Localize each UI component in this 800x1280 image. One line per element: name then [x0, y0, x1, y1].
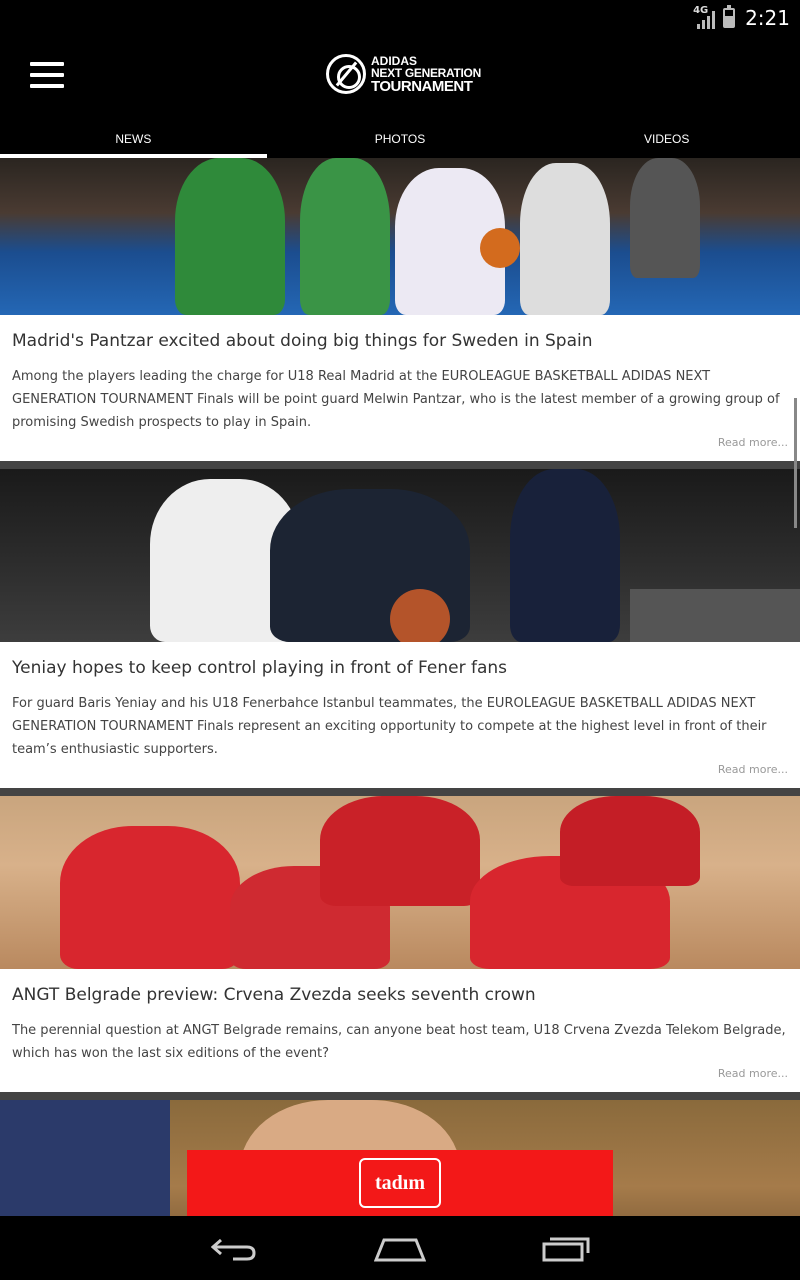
article-title[interactable]: Yeniay hopes to keep control playing in … [12, 658, 788, 678]
news-feed[interactable]: Madrid's Pantzar excited about doing big… [0, 158, 800, 1216]
logo-line-2: NEXT GENERATION [371, 65, 481, 80]
status-icons: 4G 2:21 [693, 4, 790, 32]
logo-line-1: ADIDAS [371, 53, 418, 68]
ad-brand-logo: tadım [359, 1158, 441, 1208]
logo-text: ADIDAS NEXT GENERATION TOURNAMENT [371, 55, 481, 94]
tab-videos[interactable]: VIDEOS [533, 120, 800, 158]
cell-signal-icon: 4G [693, 5, 717, 29]
news-card[interactable]: Madrid's Pantzar excited about doing big… [0, 158, 800, 461]
home-icon[interactable] [372, 1228, 428, 1268]
ad-banner[interactable]: tadım [187, 1150, 613, 1216]
read-more-link[interactable]: Read more... [12, 763, 788, 776]
tab-photos[interactable]: PHOTOS [267, 120, 534, 158]
article-image[interactable] [0, 796, 800, 969]
back-icon[interactable] [206, 1228, 262, 1268]
logo-line-3: TOURNAMENT [371, 77, 473, 95]
app-bar: ADIDAS NEXT GENERATION TOURNAMENT [0, 36, 800, 120]
article-image[interactable] [0, 158, 800, 315]
read-more-link[interactable]: Read more... [12, 436, 788, 449]
tab-news[interactable]: NEWS [0, 120, 267, 158]
read-more-link[interactable]: Read more... [12, 1067, 788, 1080]
status-bar: 4G 2:21 [0, 0, 800, 36]
article-image[interactable] [0, 469, 800, 642]
euroleague-ball-icon [326, 54, 366, 94]
article-summary: The perennial question at ANGT Belgrade … [12, 1023, 786, 1061]
app-logo: ADIDAS NEXT GENERATION TOURNAMENT [326, 54, 481, 94]
article-title[interactable]: ANGT Belgrade preview: Crvena Zvezda see… [12, 985, 788, 1005]
clock: 2:21 [745, 6, 790, 30]
article-summary: Among the players leading the charge for… [12, 369, 780, 430]
tab-bar: NEWS PHOTOS VIDEOS [0, 120, 800, 158]
article-title[interactable]: Madrid's Pantzar excited about doing big… [12, 331, 788, 351]
article-summary: For guard Baris Yeniay and his U18 Fener… [12, 696, 767, 757]
battery-icon [723, 5, 736, 28]
system-nav-bar [0, 1216, 800, 1280]
recent-apps-icon[interactable] [538, 1228, 594, 1268]
hamburger-menu-icon[interactable] [30, 62, 64, 90]
scrollbar[interactable] [794, 398, 797, 528]
news-card[interactable]: Yeniay hopes to keep control playing in … [0, 469, 800, 788]
news-card[interactable]: ANGT Belgrade preview: Crvena Zvezda see… [0, 796, 800, 1092]
